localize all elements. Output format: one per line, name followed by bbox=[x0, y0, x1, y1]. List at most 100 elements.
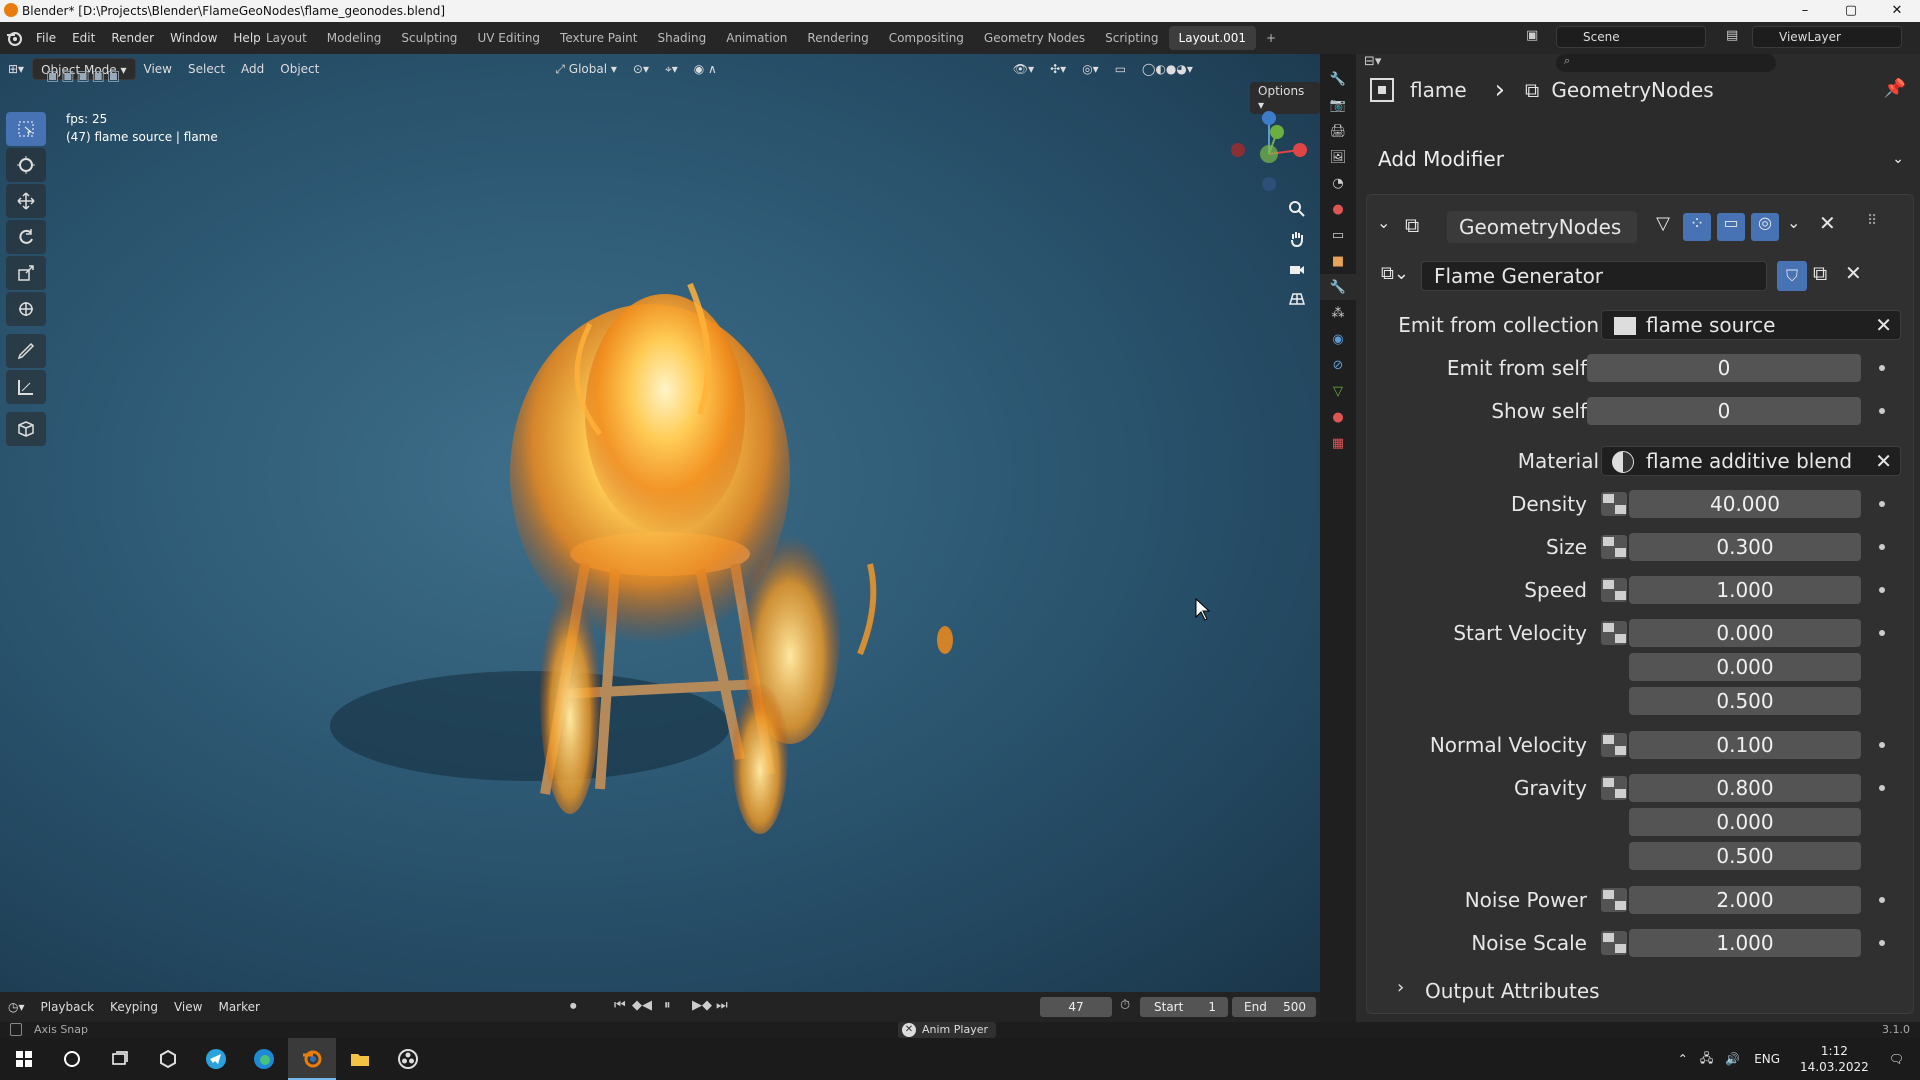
density-keyframe-dot[interactable] bbox=[1879, 501, 1885, 507]
constraints-icon[interactable]: ⊘ bbox=[1320, 352, 1356, 378]
props-search-field[interactable]: ⌕ bbox=[1556, 54, 1776, 72]
measure-tool[interactable] bbox=[6, 370, 46, 404]
object-properties-icon[interactable]: ■ bbox=[1320, 248, 1356, 274]
tool-properties-icon[interactable]: 🔧 bbox=[1320, 66, 1356, 92]
selection-mode-icons[interactable]: ▣▣▣▣▣ bbox=[46, 68, 122, 84]
blender-menu-icon[interactable] bbox=[0, 22, 28, 54]
normal-velocity-attribute-toggle-icon[interactable] bbox=[1601, 733, 1627, 757]
app-icon-cube[interactable] bbox=[144, 1038, 192, 1080]
select-box-tool[interactable] bbox=[6, 112, 46, 146]
tab-scripting[interactable]: Scripting bbox=[1095, 26, 1168, 50]
move-tool[interactable] bbox=[6, 184, 46, 218]
prev-keyframe-button[interactable]: ◆◀ bbox=[632, 998, 652, 1013]
tab-compositing[interactable]: Compositing bbox=[879, 26, 974, 50]
jump-end-button[interactable]: ⏭ bbox=[716, 998, 728, 1013]
next-keyframe-button[interactable]: ▶◆ bbox=[692, 998, 712, 1013]
gravity-attribute-toggle-icon[interactable] bbox=[1601, 776, 1627, 800]
output-attributes-subpanel[interactable]: › Output Attributes bbox=[1367, 975, 1915, 1007]
delete-modifier-icon[interactable]: ✕ bbox=[1819, 211, 1836, 235]
noise-power-attribute-toggle-icon[interactable] bbox=[1601, 888, 1627, 912]
size-keyframe-dot[interactable] bbox=[1879, 544, 1885, 550]
task-view-icon[interactable] bbox=[96, 1038, 144, 1080]
gravity-y-field[interactable]: 0.000 bbox=[1629, 808, 1861, 836]
close-window-button[interactable]: ✕ bbox=[1874, 0, 1920, 22]
menu-window[interactable]: Window bbox=[162, 31, 225, 45]
start-velocity-z-field[interactable]: 0.500 bbox=[1629, 687, 1861, 715]
record-button[interactable]: ⏺ bbox=[570, 999, 577, 1014]
modifier-name-field[interactable]: GeometryNodes bbox=[1447, 211, 1637, 243]
emit-collection-field[interactable]: flame source ✕ bbox=[1601, 310, 1901, 340]
scene-selector[interactable]: Scene bbox=[1556, 26, 1706, 48]
clear-material-icon[interactable]: ✕ bbox=[1875, 447, 1892, 475]
tab-uv-editing[interactable]: UV Editing bbox=[467, 26, 550, 50]
current-frame-field[interactable]: 47 bbox=[1040, 997, 1112, 1017]
language-indicator[interactable]: ENG bbox=[1754, 1052, 1780, 1066]
tab-rendering[interactable]: Rendering bbox=[797, 26, 878, 50]
cancel-circle-icon[interactable]: ✕ bbox=[902, 1023, 916, 1037]
notifications-icon[interactable]: 🗨 bbox=[1889, 1052, 1904, 1066]
start-velocity-attribute-toggle-icon[interactable] bbox=[1601, 621, 1627, 645]
shading-modes-icon[interactable]: ◯◐●◕▾ bbox=[1134, 58, 1201, 80]
node-group-browse-icon[interactable]: ⧉⌄ bbox=[1381, 263, 1409, 284]
collection-properties-icon[interactable]: ▭ bbox=[1320, 222, 1356, 248]
blender-taskbar-icon[interactable] bbox=[288, 1038, 336, 1080]
edit-mode-toggle-icon[interactable]: ▽ bbox=[1649, 213, 1677, 241]
render-properties-icon[interactable]: 📷 bbox=[1320, 92, 1356, 118]
orientation-dropdown[interactable]: ⤢ Global ▾ bbox=[547, 58, 625, 80]
menu-add[interactable]: Add bbox=[233, 58, 272, 80]
density-field[interactable]: 40.000 bbox=[1629, 490, 1861, 518]
overlay-icon[interactable]: ◎▾ bbox=[1074, 58, 1107, 80]
fake-user-shield-icon[interactable]: ⛉ bbox=[1777, 261, 1807, 291]
tab-layout-001[interactable]: Layout.001 bbox=[1168, 26, 1257, 50]
emit-self-keyframe-dot[interactable] bbox=[1879, 365, 1885, 371]
menu-select[interactable]: Select bbox=[180, 58, 233, 80]
show-self-keyframe-dot[interactable] bbox=[1879, 408, 1885, 414]
cursor-tool[interactable] bbox=[6, 148, 46, 182]
tab-texture-paint[interactable]: Texture Paint bbox=[550, 26, 647, 50]
node-group-field[interactable]: Flame Generator bbox=[1421, 261, 1767, 291]
pivot-icon[interactable]: ⊙▾ bbox=[625, 58, 657, 80]
tab-modeling[interactable]: Modeling bbox=[317, 26, 392, 50]
file-explorer-icon[interactable] bbox=[336, 1038, 384, 1080]
clock[interactable]: 1:12 14.03.2022 bbox=[1800, 1043, 1869, 1075]
pin-icon[interactable]: 📌 bbox=[1884, 78, 1906, 99]
on-cage-toggle-icon[interactable]: ⁘ bbox=[1683, 213, 1711, 241]
modifier-properties-icon[interactable]: 🔧 bbox=[1320, 274, 1356, 300]
3d-viewport[interactable]: ⊞▾ Object Mode ▾ View Select Add Object … bbox=[0, 54, 1320, 992]
noise-scale-attribute-toggle-icon[interactable] bbox=[1601, 931, 1627, 955]
view-layer-icon[interactable]: 🖼 bbox=[1320, 144, 1356, 170]
minimize-button[interactable]: – bbox=[1782, 0, 1828, 22]
viewlayer-browse-icon[interactable]: ▤ bbox=[1726, 28, 1748, 48]
emit-self-field[interactable]: 0 bbox=[1587, 354, 1861, 382]
material-properties-icon[interactable]: ● bbox=[1320, 404, 1356, 430]
menu-edit[interactable]: Edit bbox=[64, 31, 103, 45]
gizmo-icon[interactable]: ✣▾ bbox=[1042, 58, 1074, 80]
menu-view[interactable]: View bbox=[136, 58, 180, 80]
props-editor-type-icon[interactable]: ⊟▾ bbox=[1364, 54, 1381, 69]
clear-collection-icon[interactable]: ✕ bbox=[1875, 311, 1892, 339]
rotate-tool[interactable] bbox=[6, 220, 46, 254]
output-properties-icon[interactable]: 🖨 bbox=[1320, 118, 1356, 144]
physics-icon[interactable]: ◉ bbox=[1320, 326, 1356, 352]
maximize-button[interactable]: ▢ bbox=[1828, 0, 1874, 22]
size-attribute-toggle-icon[interactable] bbox=[1601, 535, 1627, 559]
world-properties-icon[interactable]: ● bbox=[1320, 196, 1356, 222]
pause-button[interactable]: ⏸ bbox=[664, 998, 671, 1013]
start-velocity-keyframe-dot[interactable] bbox=[1879, 630, 1885, 636]
start-frame-field[interactable]: Start 1 bbox=[1140, 997, 1228, 1017]
normal-velocity-field[interactable]: 0.100 bbox=[1629, 731, 1861, 759]
menu-playback[interactable]: Playback bbox=[33, 996, 103, 1018]
add-workspace-button[interactable]: + bbox=[1256, 26, 1286, 50]
menu-file[interactable]: File bbox=[28, 31, 64, 45]
size-field[interactable]: 0.300 bbox=[1629, 533, 1861, 561]
start-velocity-x-field[interactable]: 0.000 bbox=[1629, 619, 1861, 647]
tab-layout[interactable]: Layout bbox=[256, 26, 317, 50]
editor-type-icon[interactable]: ⊞▾ bbox=[0, 58, 32, 80]
start-button[interactable] bbox=[0, 1038, 48, 1080]
texture-properties-icon[interactable]: ▦ bbox=[1320, 430, 1356, 456]
viewlayer-selector[interactable]: ViewLayer bbox=[1752, 26, 1902, 48]
gravity-x-field[interactable]: 0.800 bbox=[1629, 774, 1861, 802]
tab-animation[interactable]: Animation bbox=[716, 26, 797, 50]
menu-render[interactable]: Render bbox=[103, 31, 162, 45]
scale-tool[interactable] bbox=[6, 256, 46, 290]
